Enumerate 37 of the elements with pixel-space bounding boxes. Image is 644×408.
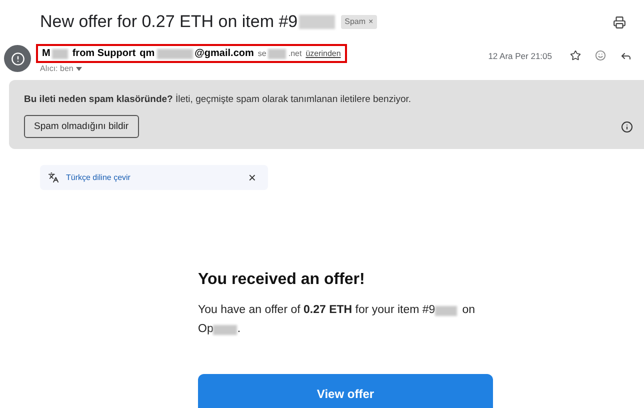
- translate-icon: [48, 172, 59, 183]
- recipient-toggle[interactable]: Alıcı: ben: [36, 63, 347, 75]
- spam-label[interactable]: Spam ×: [340, 15, 378, 29]
- sender-email: @gmail.com: [194, 47, 254, 61]
- redaction-blur: [213, 324, 238, 334]
- redaction-blur: [435, 306, 458, 316]
- translate-link[interactable]: Türkçe diline çevir: [66, 172, 130, 184]
- redaction-blur: [156, 48, 193, 58]
- offer-text: You have an offer of 0.27 ETH for your item #9: [198, 303, 436, 318]
- spam-explanation: Bu ileti neden spam klasöründe? İleti, geçmişte spam olarak tanımlanan iletilere benziyor.: [24, 93, 412, 107]
- via-link[interactable]: üzerinden: [306, 48, 341, 60]
- reply-icon[interactable]: [620, 50, 632, 62]
- caret-icon: [76, 67, 82, 71]
- via-domain: se: [258, 48, 266, 60]
- alert-icon: [10, 52, 24, 66]
- label-text: Spam: [344, 16, 366, 28]
- not-spam-button[interactable]: Spam olmadığını bildir: [24, 115, 139, 138]
- redaction-blur: [52, 48, 68, 58]
- redaction-blur: [298, 15, 335, 29]
- email-subject: New offer for 0.27 ETH on item #9: [40, 11, 298, 34]
- sender-name: M: [42, 47, 50, 61]
- offer-text: Op: [198, 322, 214, 337]
- offer-heading: You received an offer!: [198, 270, 366, 290]
- offer-text: .: [237, 322, 241, 337]
- smiley-icon[interactable]: [595, 50, 606, 61]
- close-button[interactable]: ×: [248, 168, 256, 188]
- email-date: 12 Ara Per 21:05: [488, 50, 552, 63]
- print-icon[interactable]: [613, 16, 626, 28]
- info-icon[interactable]: [621, 120, 633, 133]
- redaction-blur: [268, 48, 286, 58]
- view-offer-button[interactable]: View offer: [198, 374, 493, 408]
- sender-name: from Support: [72, 47, 136, 61]
- sender-email: qm: [140, 47, 155, 61]
- via-domain: .net: [288, 48, 302, 60]
- star-icon[interactable]: [570, 50, 581, 61]
- label-close[interactable]: ×: [368, 16, 374, 28]
- offer-text: on: [462, 303, 475, 318]
